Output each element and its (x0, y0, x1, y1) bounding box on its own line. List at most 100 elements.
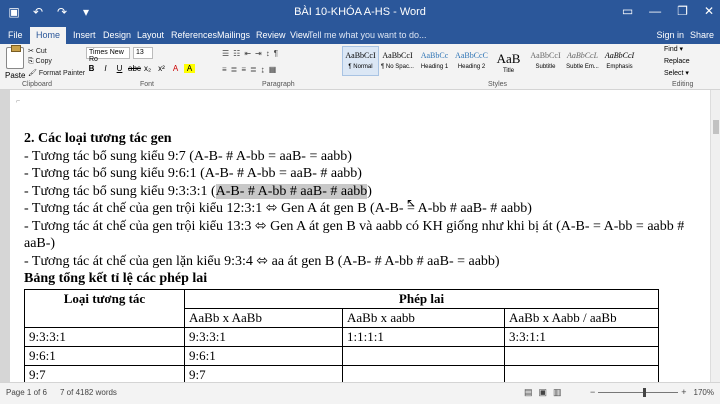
table-title: Bảng tổng kết tỉ lệ các phép lai (24, 271, 208, 286)
table-cell (342, 365, 505, 382)
table-subheader: AaBb x AaBb (184, 308, 343, 328)
font-size-box[interactable]: 13 (133, 47, 153, 59)
tab-file[interactable]: File (8, 30, 23, 40)
mouse-cursor-icon: ↖ (406, 196, 417, 210)
tab-references[interactable]: References (171, 30, 217, 40)
minimize-button[interactable]: — (649, 4, 661, 18)
window-controls: ▭ — ❐ ✕ (622, 4, 714, 18)
style-heading-2[interactable]: AaBbCcC Heading 2 (453, 46, 490, 76)
sort-icon[interactable]: ↕ (266, 49, 270, 58)
ribbon: Paste ✂ Cut ⎘ Copy 🖌 Format Painter Clip… (0, 44, 720, 90)
doc-line-2: - Tương tác bổ sung kiểu 9:6:1 (A-B- # A… (24, 166, 362, 181)
paragraph-row-2: ≡ ≣ ≡ ≣ ↨ ▦ (222, 65, 276, 74)
increase-indent-icon[interactable]: ⇥ (255, 49, 262, 58)
line-spacing-icon[interactable]: ↨ (261, 65, 265, 74)
table-cell: 9:6:1 (24, 346, 185, 366)
style-title[interactable]: AaB Title (490, 46, 527, 76)
view-buttons: ▤ ▣ ▥ (524, 387, 562, 398)
vertical-scrollbar[interactable] (710, 90, 720, 382)
style-heading-1[interactable]: AaBbCc Heading 1 (416, 46, 453, 76)
zoom-slider[interactable]: − + (590, 387, 687, 397)
select-button[interactable]: Select ▾ (664, 68, 690, 80)
document-page[interactable]: ⌐ 2. Các loại tương tác gen - Tương tác … (10, 90, 710, 382)
copy-button[interactable]: ⎘ Copy (28, 58, 52, 66)
bold-button[interactable]: B (86, 64, 97, 73)
paste-button[interactable]: Paste (5, 71, 25, 80)
underline-button[interactable]: U (114, 64, 125, 73)
print-layout-icon[interactable]: ▣ (539, 387, 548, 398)
read-mode-icon[interactable]: ▤ (524, 387, 533, 398)
document-body[interactable]: 2. Các loại tương tác gen - Tương tác bổ… (24, 130, 694, 288)
zoom-out-icon[interactable]: − (590, 387, 595, 397)
results-table: Loại tương tác Phép lai AaBb x AaBb AaBb… (24, 289, 659, 382)
highlight-button[interactable]: A (184, 64, 195, 73)
find-button[interactable]: Find ▾ (664, 44, 690, 56)
font-group-label: Font (140, 81, 155, 88)
table-cell (504, 346, 659, 366)
bullets-icon[interactable]: ☰ (222, 49, 229, 58)
styles-group-label: Styles (488, 81, 508, 88)
format-painter-button[interactable]: 🖌 Format Painter (28, 69, 85, 77)
word-count[interactable]: 7 of 4182 words (60, 388, 117, 397)
paragraph-row-1: ☰ ☷ ⇤ ⇥ ↕ ¶ (222, 49, 278, 58)
doc-line-1: - Tương tác bổ sung kiểu 9:7 (A-B- # A-b… (24, 148, 352, 164)
selected-text: A-B- # A-bb # aaB- # aabb (215, 183, 368, 199)
web-layout-icon[interactable]: ▥ (553, 387, 562, 398)
align-center-icon[interactable]: ≣ (231, 65, 238, 74)
ribbon-options-button[interactable]: ▭ (622, 4, 633, 18)
style-subtle-emphasis[interactable]: AaBbCcL Subtle Em... (564, 46, 601, 76)
table-header-cross: Phép lai (184, 289, 659, 309)
paragraph-group-label: Paragraph (262, 81, 295, 88)
superscript-button[interactable]: x² (156, 64, 167, 73)
window-title: BÀI 10-KHÓA A-HS - Word (294, 6, 426, 18)
table-cell: 9:6:1 (184, 346, 343, 366)
tab-layout[interactable]: Layout (137, 30, 164, 40)
restore-button[interactable]: ❐ (677, 4, 688, 18)
align-right-icon[interactable]: ≡ (241, 65, 246, 74)
show-marks-icon[interactable]: ¶ (274, 49, 278, 58)
zoom-track[interactable] (598, 387, 679, 397)
tell-me-box[interactable]: Tell me what you want to do... (308, 30, 427, 40)
ribbon-tabs: File Home Insert Design Layout Reference… (0, 27, 720, 44)
decrease-indent-icon[interactable]: ⇤ (244, 49, 251, 58)
replace-button[interactable]: Replace (664, 56, 690, 68)
subscript-button[interactable]: x₂ (142, 64, 153, 73)
tab-insert[interactable]: Insert (73, 30, 96, 40)
font-color-button[interactable]: A (170, 64, 181, 73)
italic-button[interactable]: I (100, 64, 111, 73)
zoom-in-icon[interactable]: + (681, 387, 686, 397)
tab-view[interactable]: View (290, 30, 309, 40)
zoom-thumb[interactable] (643, 387, 647, 397)
paste-icon[interactable] (6, 45, 24, 69)
scrollbar-thumb[interactable] (713, 120, 719, 134)
cut-button[interactable]: ✂ Cut (28, 47, 47, 55)
styles-gallery: AaBbCcI ¶ Normal AaBbCcI ¶ No Spac... AaBb… (342, 46, 638, 76)
numbering-icon[interactable]: ☷ (233, 49, 240, 58)
style-emphasis[interactable]: AaBbCcI Emphasis (601, 46, 638, 76)
font-name-box[interactable]: Times New Ro (86, 47, 130, 63)
close-button[interactable]: ✕ (704, 4, 714, 18)
editing-group-label: Editing (672, 81, 694, 88)
style-no-spacing[interactable]: AaBbCcI ¶ No Spac... (379, 46, 416, 76)
zoom-level[interactable]: 170% (694, 388, 714, 397)
align-left-icon[interactable]: ≡ (222, 65, 227, 74)
tab-home[interactable]: Home (30, 27, 67, 44)
style-normal[interactable]: AaBbCcI ¶ Normal (342, 46, 379, 76)
share-button[interactable]: Share (690, 30, 714, 40)
table-subheader: AaBb x Aabb / aaBb (504, 308, 659, 328)
borders-icon[interactable]: ▦ (269, 65, 277, 74)
tab-review[interactable]: Review (256, 30, 286, 40)
doc-line-5: - Tương tác át chế của gen trội kiểu 13:… (24, 218, 685, 252)
sign-in-link[interactable]: Sign in (656, 30, 684, 40)
style-subtitle[interactable]: AaBbCcI Subtitle (527, 46, 564, 76)
page-indicator[interactable]: Page 1 of 6 (6, 388, 47, 397)
strikethrough-button[interactable]: abc (128, 64, 141, 73)
table-cell (342, 346, 505, 366)
margin-corner-mark: ⌐ (16, 98, 21, 105)
justify-icon[interactable]: ≣ (250, 65, 257, 74)
clipboard-group-label: Clipboard (22, 81, 52, 88)
tab-mailings[interactable]: Mailings (217, 30, 250, 40)
tab-design[interactable]: Design (103, 30, 131, 40)
table-cell: 9:3:3:1 (184, 327, 343, 347)
table-row: 9:3:3:1 9:3:3:1 1:1:1:1 3:3:1:1 (24, 327, 659, 347)
